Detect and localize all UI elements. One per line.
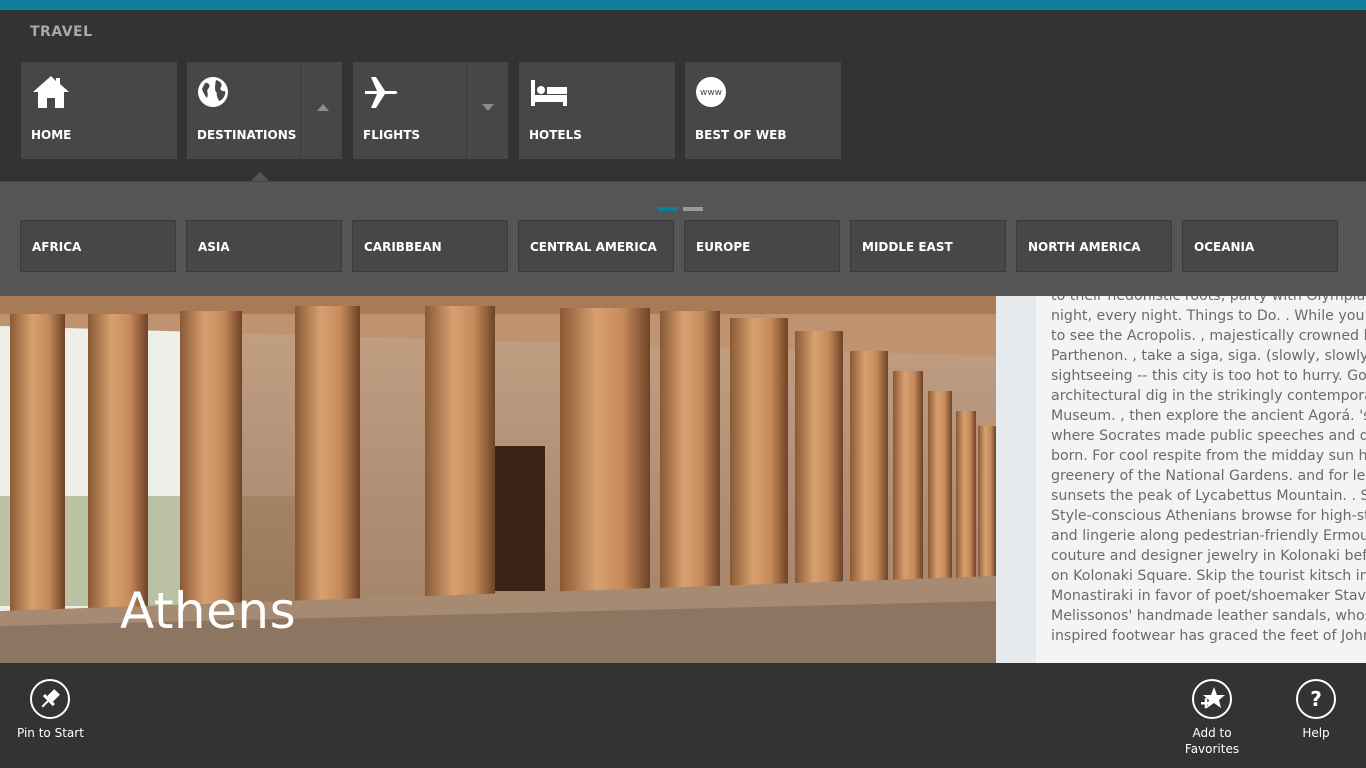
region-asia[interactable]: ASIA: [186, 220, 342, 272]
help-icon: ?: [1296, 679, 1336, 719]
region-africa[interactable]: AFRICA: [20, 220, 176, 272]
app-bar: Pin to Start Add to Favorites ? Help: [0, 663, 1366, 768]
region-central-america[interactable]: CENTRAL AMERICA: [518, 220, 674, 272]
city-title: Athens: [120, 582, 297, 640]
hero-photo: Athens: [0, 296, 996, 663]
airplane-icon: [365, 77, 398, 108]
expand-arrow-icon[interactable]: [482, 104, 494, 111]
article-line: architectural dig in the strikingly cont…: [1051, 388, 1366, 404]
destinations-menu: AFRICA ASIA CARIBBEAN CENTRAL AMERICA EU…: [0, 181, 1366, 297]
region-middle-east[interactable]: MIDDLE EAST: [850, 220, 1006, 272]
nav-tile-label: DESTINATIONS: [197, 128, 297, 142]
content-gutter: [996, 296, 1036, 663]
collapse-arrow-icon[interactable]: [317, 104, 329, 111]
svg-text:www: www: [700, 88, 722, 98]
accent-strip: [0, 0, 1366, 10]
article-line: Style-conscious Athenians browse for hig…: [1051, 508, 1366, 524]
pin-to-start-label: Pin to Start: [17, 726, 84, 740]
region-label: NORTH AMERICA: [1028, 240, 1141, 254]
region-label: CENTRAL AMERICA: [530, 240, 657, 254]
app-title: TRAVEL: [30, 24, 93, 40]
help-label: Help: [1302, 726, 1330, 740]
help-button[interactable]: ? Help: [1289, 679, 1343, 741]
article-line: on Kolonaki Square. Skip the tourist kit…: [1051, 568, 1366, 584]
nav-tile-flights[interactable]: FLIGHTS: [353, 62, 508, 159]
star-add-icon: [1192, 679, 1232, 719]
pin-to-start-button[interactable]: Pin to Start: [17, 679, 84, 741]
favorites-label-line-2: Favorites: [1184, 742, 1240, 756]
article-line: to their hedonistic roots, party with Ol…: [1051, 296, 1366, 304]
nav-tile-destinations[interactable]: DESTINATIONS: [187, 62, 342, 159]
www-icon: www: [696, 77, 726, 107]
region-oceania[interactable]: OCEANIA: [1182, 220, 1338, 272]
nav-tile-label: FLIGHTS: [363, 128, 421, 142]
nav-tile-label: BEST OF WEB: [695, 128, 787, 142]
article-line: night, every night. Things to Do. . Whil…: [1051, 308, 1366, 324]
article-line: Parthenon. , take a siga, siga. (slowly,…: [1051, 348, 1366, 364]
pager-dot[interactable]: [683, 207, 703, 211]
region-label: ASIA: [198, 240, 230, 254]
article-line: Museum. , then explore the ancient Agorá…: [1051, 408, 1366, 424]
bed-icon: [531, 80, 567, 106]
home-icon: [33, 76, 69, 108]
pin-icon: [30, 679, 70, 719]
region-label: EUROPE: [696, 240, 751, 254]
region-caribbean[interactable]: CARIBBEAN: [352, 220, 508, 272]
add-to-favorites-button[interactable]: Add to Favorites: [1180, 679, 1244, 757]
region-label: AFRICA: [32, 240, 82, 254]
content-area: Athens to their hedonistic roots, party …: [0, 296, 1366, 663]
article-line: inspired footwear has graced the feet of…: [1051, 628, 1366, 644]
nav-bar: TRAVEL HOME DESTINATIONS FLIGHTS HOTELS …: [0, 10, 1366, 182]
article-line: born. For cool respite from the midday s…: [1051, 448, 1366, 464]
nav-tile-hotels[interactable]: HOTELS: [519, 62, 675, 159]
article-line: to see the Acropolis. , majestically cro…: [1051, 328, 1366, 344]
favorites-label-line-1: Add to: [1192, 726, 1232, 740]
article-line: greenery of the National Gardens. and fo…: [1051, 468, 1366, 484]
article-line: Monastiraki in favor of poet/shoemaker S…: [1051, 588, 1366, 604]
region-north-america[interactable]: NORTH AMERICA: [1016, 220, 1172, 272]
article-line: where Socrates made public speeches and …: [1051, 428, 1366, 444]
article-line: Melissonos' handmade leather sandals, wh…: [1051, 608, 1366, 624]
article-text: to their hedonistic roots, party with Ol…: [1051, 296, 1366, 646]
pager-dot-active[interactable]: [658, 207, 678, 211]
article-line: couture and designer jewelry in Kolonaki…: [1051, 548, 1366, 564]
nav-tile-label: HOME: [31, 128, 72, 142]
article-line: sunsets the peak of Lycabettus Mountain.…: [1051, 488, 1366, 504]
add-to-favorites-label: Add to Favorites: [1180, 725, 1244, 757]
tile-divider: [466, 62, 467, 159]
nav-tile-best-of-web[interactable]: www BEST OF WEB: [685, 62, 841, 159]
article-line: sightseeing -- this city is too hot to h…: [1051, 368, 1366, 384]
globe-icon: [198, 77, 228, 107]
region-label: CARIBBEAN: [364, 240, 442, 254]
region-europe[interactable]: EUROPE: [684, 220, 840, 272]
nav-tile-home[interactable]: HOME: [21, 62, 177, 159]
tile-divider: [300, 62, 301, 159]
article-line: and lingerie along pedestrian-friendly E…: [1051, 528, 1366, 544]
region-label: OCEANIA: [1194, 240, 1255, 254]
nav-tile-label: HOTELS: [529, 128, 582, 142]
help-glyph: ?: [1310, 687, 1322, 711]
region-label: MIDDLE EAST: [862, 240, 953, 254]
